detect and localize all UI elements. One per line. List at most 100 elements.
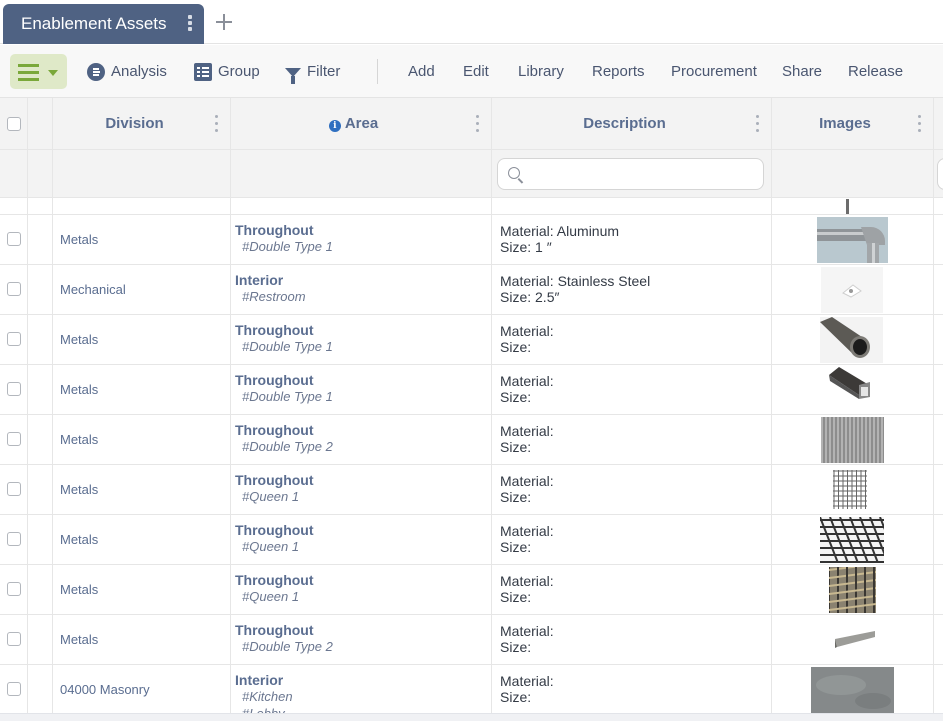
- filter-button[interactable]: Filter: [285, 45, 340, 98]
- division-cell[interactable]: Metals: [60, 615, 98, 665]
- thumbnail-image[interactable]: [821, 267, 883, 313]
- thumbnail-image[interactable]: [817, 217, 888, 263]
- division-cell[interactable]: 04000 Masonry: [60, 665, 150, 714]
- description-cell[interactable]: Material: Size:: [500, 623, 554, 655]
- data-grid: Division i Area Description Images Metals…: [0, 98, 943, 721]
- column-header-images[interactable]: Images: [772, 98, 918, 150]
- row-checkbox[interactable]: [7, 332, 21, 346]
- release-button[interactable]: Release: [848, 45, 903, 98]
- thumbnail-image[interactable]: [829, 567, 876, 613]
- thumbnail-image[interactable]: [831, 467, 869, 513]
- table-row[interactable]: Metals Throughout #Queen 1 Material: Size:: [0, 565, 943, 615]
- description-search-field[interactable]: [497, 158, 764, 190]
- description-cell[interactable]: Material: Size:: [500, 523, 554, 555]
- thumbnail-image[interactable]: [829, 367, 872, 413]
- thumbnail-image[interactable]: [811, 667, 894, 713]
- select-all-checkbox[interactable]: [7, 117, 21, 131]
- area-cell[interactable]: Throughout #Queen 1: [235, 472, 314, 505]
- division-cell[interactable]: Mechanical: [60, 265, 126, 315]
- row-checkbox[interactable]: [7, 482, 21, 496]
- area-cell[interactable]: Interior #Kitchen #Lobby: [235, 672, 293, 714]
- table-row[interactable]: Metals Throughout #Double Type 2 Material: S…: [0, 415, 943, 465]
- description-cell[interactable]: Material: Size:: [500, 323, 554, 355]
- area-tag: #Double Type 1: [242, 239, 333, 254]
- row-checkbox[interactable]: [7, 432, 21, 446]
- description-cell[interactable]: Material: Aluminum Size: 1 ″: [500, 223, 619, 255]
- area-cell[interactable]: Throughout #Queen 1: [235, 572, 314, 605]
- row-checkbox[interactable]: [7, 232, 21, 246]
- division-cell[interactable]: Metals: [60, 415, 98, 465]
- division-cell[interactable]: Metals: [60, 565, 98, 615]
- row-checkbox[interactable]: [7, 282, 21, 296]
- division-cell[interactable]: Metals: [60, 365, 98, 415]
- analysis-icon: [87, 62, 105, 81]
- tab-enablement-assets[interactable]: Enablement Assets: [3, 4, 204, 44]
- info-icon[interactable]: i: [328, 120, 341, 132]
- description-cell[interactable]: Material: Size:: [500, 473, 554, 505]
- group-label: Group: [218, 63, 260, 80]
- description-cell[interactable]: Material: Size:: [500, 573, 554, 605]
- thumbnail-image[interactable]: [821, 417, 884, 463]
- description-cell[interactable]: Material: Size:: [500, 423, 554, 455]
- tab-kebab-icon[interactable]: [188, 15, 192, 31]
- material-text: Material:: [500, 673, 554, 689]
- thumbnail-image[interactable]: [820, 517, 884, 563]
- images-column-menu-icon[interactable]: [918, 115, 922, 133]
- description-cell[interactable]: Material: Size:: [500, 373, 554, 405]
- area-tag: #Kitchen: [242, 689, 293, 704]
- division-cell[interactable]: Metals: [60, 465, 98, 515]
- material-text: Material:: [500, 373, 554, 389]
- area-cell[interactable]: Interior #Restroom: [235, 272, 306, 305]
- area-cell[interactable]: Throughout #Double Type 1: [235, 222, 333, 255]
- group-button[interactable]: Group: [194, 45, 260, 98]
- table-row[interactable]: Metals Throughout #Queen 1 Material: Size:: [0, 515, 943, 565]
- add-button[interactable]: Add: [408, 45, 435, 98]
- division-cell[interactable]: Metals: [60, 515, 98, 565]
- column-header-description[interactable]: Description: [492, 98, 757, 150]
- reports-button[interactable]: Reports: [592, 45, 645, 98]
- next-column-search-field[interactable]: [937, 158, 943, 190]
- table-row[interactable]: Metals Throughout #Queen 1 Material: Size:: [0, 465, 943, 515]
- area-cell[interactable]: Throughout #Queen 1: [235, 522, 314, 555]
- row-checkbox[interactable]: [7, 532, 21, 546]
- table-row[interactable]: Metals Throughout #Double Type 1 Material: S…: [0, 315, 943, 365]
- table-row[interactable]: Metals Throughout #Double Type 1 Material: …: [0, 215, 943, 265]
- row-checkbox[interactable]: [7, 682, 21, 696]
- view-menu-button[interactable]: [10, 54, 67, 89]
- column-header-division[interactable]: Division: [53, 98, 216, 150]
- area-name: Throughout: [235, 372, 314, 388]
- library-button[interactable]: Library: [518, 45, 564, 98]
- area-cell[interactable]: Throughout #Double Type 2: [235, 622, 333, 655]
- edit-button[interactable]: Edit: [463, 45, 489, 98]
- size-text: Size: 2.5″: [500, 289, 560, 305]
- area-cell[interactable]: Throughout #Double Type 1: [235, 372, 333, 405]
- share-button[interactable]: Share: [782, 45, 822, 98]
- description-cell[interactable]: Material: Stainless Steel Size: 2.5″: [500, 273, 650, 305]
- row-checkbox[interactable]: [7, 632, 21, 646]
- area-tag: #Double Type 1: [242, 389, 333, 404]
- area-tag: #Queen 1: [242, 539, 300, 554]
- row-checkbox[interactable]: [7, 382, 21, 396]
- division-cell[interactable]: Metals: [60, 215, 98, 265]
- area-column-menu-icon[interactable]: [476, 115, 480, 133]
- procurement-button[interactable]: Procurement: [671, 45, 757, 98]
- division-cell[interactable]: Metals: [60, 315, 98, 365]
- column-header-area[interactable]: i Area: [231, 98, 476, 150]
- division-column-menu-icon[interactable]: [215, 115, 219, 133]
- analysis-button[interactable]: Analysis: [87, 45, 167, 98]
- area-cell[interactable]: Throughout #Double Type 2: [235, 422, 333, 455]
- area-cell[interactable]: Throughout #Double Type 1: [235, 322, 333, 355]
- table-row[interactable]: Mechanical Interior #Restroom Material: Sta…: [0, 265, 943, 315]
- table-row[interactable]: 04000 Masonry Interior #Kitchen #Lobby Mater…: [0, 665, 943, 715]
- area-name: Throughout: [235, 572, 314, 588]
- table-row[interactable]: Metals Throughout #Double Type 1 Material: S…: [0, 365, 943, 415]
- row-checkbox[interactable]: [7, 582, 21, 596]
- thumbnail-image[interactable]: [833, 617, 877, 663]
- table-row[interactable]: Metals Throughout #Double Type 2 Material: S…: [0, 615, 943, 665]
- description-search-input[interactable]: [528, 163, 753, 185]
- description-cell[interactable]: Material: Size:: [500, 673, 554, 705]
- search-icon: [508, 167, 520, 179]
- description-column-menu-icon[interactable]: [756, 115, 760, 133]
- add-tab-plus-icon[interactable]: [214, 12, 234, 32]
- thumbnail-image[interactable]: [820, 317, 883, 363]
